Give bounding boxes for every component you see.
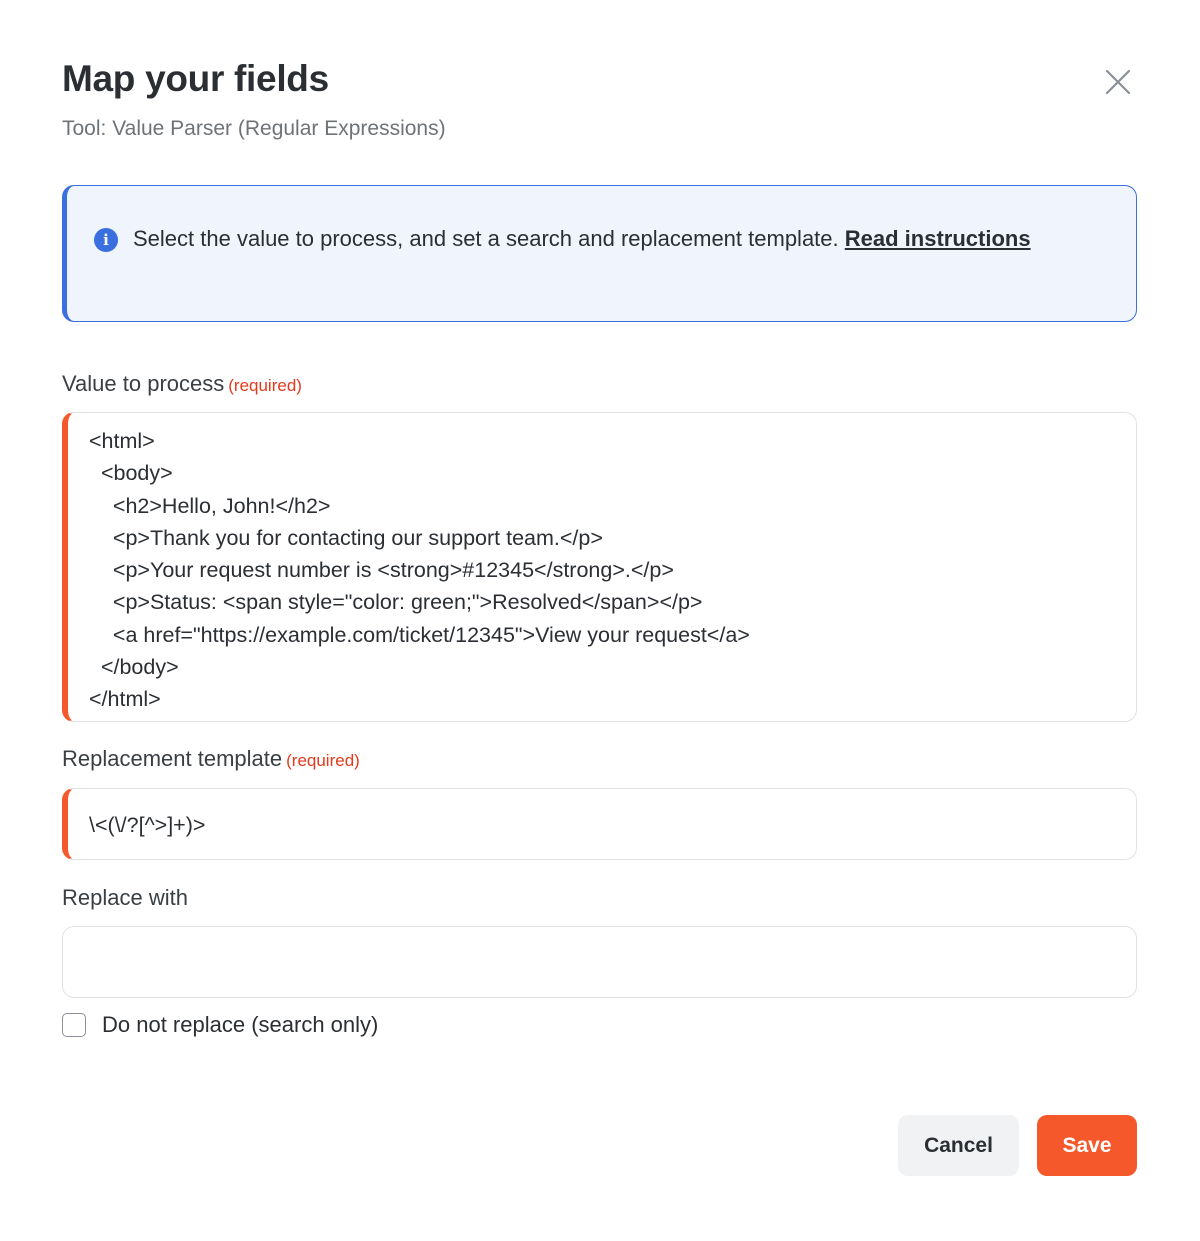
value-to-process-label-text: Value to process [62,371,225,396]
cancel-button[interactable]: Cancel [898,1115,1019,1176]
replace-with-label: Replace with [62,885,188,910]
replacement-template-field[interactable]: \<(\/?[^>]+)> [62,788,1137,860]
search-only-checkbox[interactable] [62,1013,86,1037]
info-text: Select the value to process, and set a s… [133,223,1033,254]
value-to-process-field[interactable]: <html> <body> <h2>Hello, John!</h2> <p>T… [62,412,1137,722]
required-marker: (required) [286,751,360,770]
info-icon: i [94,228,118,252]
replacement-template-label: Replacement template (required) [62,746,360,772]
save-button[interactable]: Save [1037,1115,1137,1176]
map-fields-dialog: Map your fields Tool: Value Parser (Regu… [0,0,1200,1241]
replacement-template-label-text: Replacement template [62,746,283,771]
read-instructions-link[interactable]: Read instructions [845,226,1031,251]
dialog-title: Map your fields [62,58,329,99]
required-marker: (required) [228,376,302,395]
close-icon [1105,69,1131,95]
replace-with-field[interactable] [62,926,1137,998]
info-banner: i Select the value to process, and set a… [62,185,1137,322]
search-only-label: Do not replace (search only) [102,1012,379,1037]
value-to-process-label: Value to process (required) [62,371,302,397]
dialog-subtitle: Tool: Value Parser (Regular Expressions) [62,117,446,140]
close-button[interactable] [1100,64,1136,100]
info-message: Select the value to process, and set a s… [133,226,845,251]
search-only-option[interactable]: Do not replace (search only) [62,1012,378,1038]
